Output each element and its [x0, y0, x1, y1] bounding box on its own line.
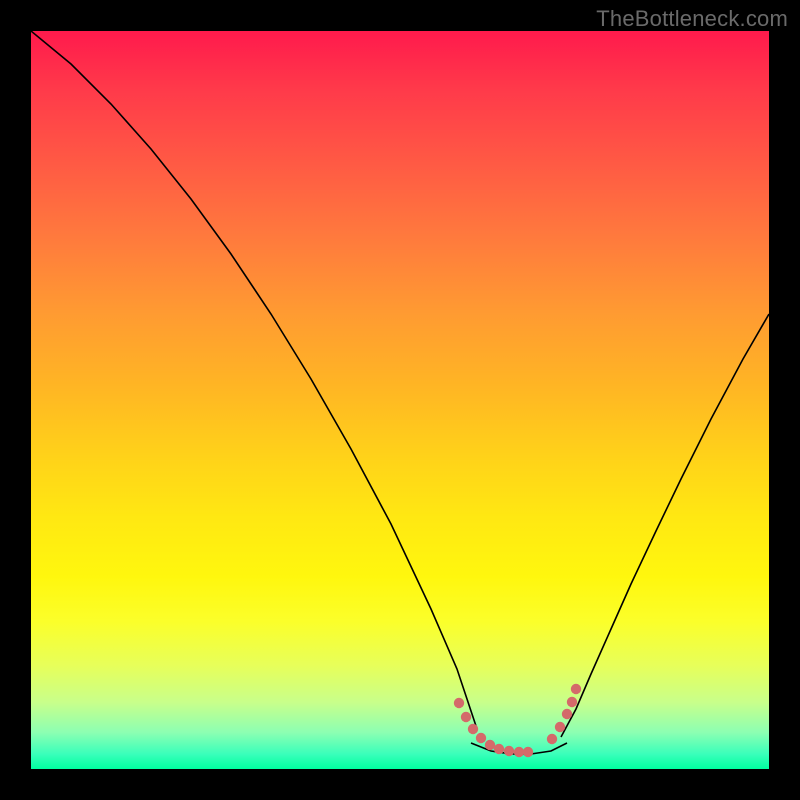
data-marker [494, 744, 504, 754]
data-marker [514, 747, 524, 757]
plot-area [31, 31, 769, 769]
chart-svg [31, 31, 769, 769]
line-layer [31, 31, 769, 754]
right-curve-path [561, 314, 769, 737]
chart-frame: TheBottleneck.com [0, 0, 800, 800]
data-marker [571, 684, 581, 694]
data-marker [562, 709, 572, 719]
data-marker [454, 698, 464, 708]
data-marker [547, 734, 557, 744]
data-marker [476, 733, 486, 743]
data-marker [485, 740, 495, 750]
data-marker [461, 712, 471, 722]
data-marker [555, 722, 565, 732]
left-curve-path [31, 31, 477, 729]
watermark-text: TheBottleneck.com [596, 6, 788, 32]
data-marker [468, 724, 478, 734]
data-marker [504, 746, 514, 756]
data-marker [523, 747, 533, 757]
data-marker [567, 697, 577, 707]
